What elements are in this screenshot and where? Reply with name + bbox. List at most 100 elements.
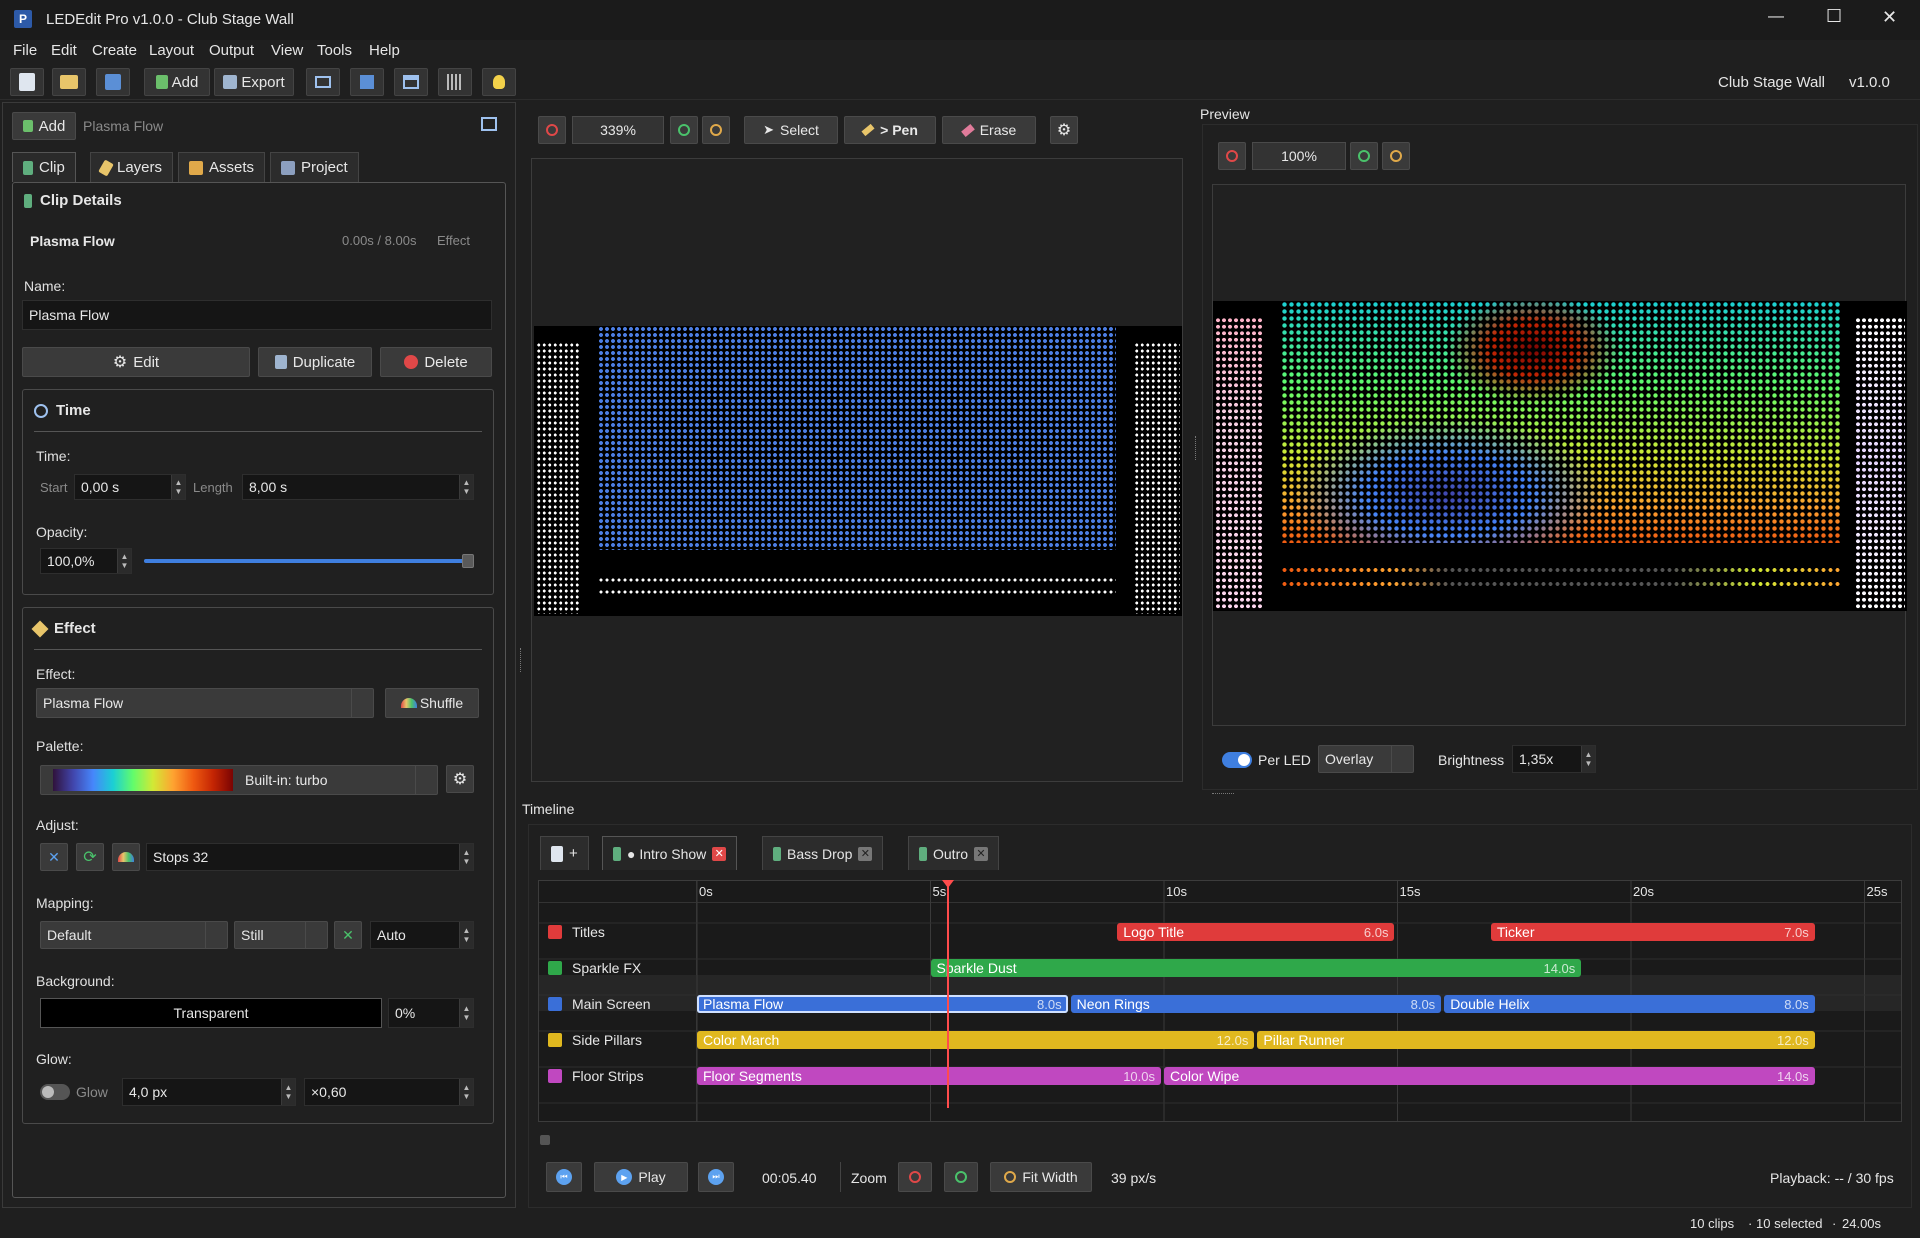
palette-select[interactable]: Built-in: turbo [40,765,438,795]
overlay-select[interactable]: Overlay [1318,745,1414,773]
start-field[interactable]: 0,00 s ▲ ▼ [74,474,186,500]
timeline-clip[interactable]: Floor Segments 10.0s [697,1067,1161,1085]
glow-px-field[interactable]: 4,0 px ▲ ▼ [122,1078,296,1106]
preview-zoom-out-button[interactable] [1218,142,1246,170]
sequence-tab-outro[interactable]: Outro ✕ [908,836,1000,870]
editor-settings-button[interactable]: ⚙ [1050,116,1078,144]
split-view-button[interactable] [394,68,428,96]
mapping-select[interactable]: Default [40,921,228,949]
tab-clip[interactable]: Clip [12,152,76,182]
motion-select[interactable]: Still [234,921,328,949]
preview-splitter-handle[interactable] [1195,436,1198,460]
close-tab-icon[interactable]: ✕ [712,846,727,861]
left-splitter-handle[interactable] [520,648,523,672]
add-sequence-tab[interactable]: + [540,836,589,870]
fit-width-button[interactable]: Fit Width [990,1162,1092,1192]
add-dropdown-button[interactable]: Add [144,68,210,96]
track-header[interactable]: Side Pillars [548,1022,642,1058]
preview-zoom-in-button[interactable] [1350,142,1378,170]
menu-help[interactable]: Help [369,42,400,59]
menu-file[interactable]: File [13,42,37,59]
timeline-clip[interactable]: Sparkle Dust 14.0s [930,959,1582,977]
single-view-button[interactable] [350,68,384,96]
track-header[interactable]: Floor Strips [548,1058,644,1094]
effect-select[interactable]: Plasma Flow [36,688,374,718]
sequence-tab-bass-drop[interactable]: Bass Drop ✕ [762,836,884,870]
pen-tool-button[interactable]: > Pen [844,116,936,144]
editor-canvas[interactable] [531,158,1183,782]
shuffle-button[interactable]: Shuffle [385,688,479,718]
adjust-rainbow-button[interactable] [112,843,140,871]
auto-field[interactable]: Auto ▲ ▼ [370,921,474,949]
timeline-scrollbar[interactable] [538,1134,1902,1146]
glow-mult-field[interactable]: ×0,60 ▲ ▼ [304,1078,474,1106]
timeline-clip[interactable]: Pillar Runner 12.0s [1257,1031,1815,1049]
sequence-tab-intro-show[interactable]: ● Intro Show ✕ [602,836,738,870]
export-dropdown-button[interactable]: Export [214,68,294,96]
skip-back-button[interactable]: ⏮ [546,1162,582,1192]
preview-zoom-fit-button[interactable] [1382,142,1410,170]
menu-output[interactable]: Output [209,42,254,59]
timeline-zoom-in-button[interactable] [944,1162,978,1192]
tab-project[interactable]: Project [270,152,359,182]
stops-spinner[interactable]: ▲ ▼ [459,844,473,870]
length-spinner[interactable]: ▲ ▼ [459,475,473,499]
tab-assets[interactable]: Assets [178,152,266,182]
open-file-button[interactable] [52,68,86,96]
brightness-field[interactable]: 1,35x ▲ ▼ [1512,745,1596,773]
scrollbar-thumb[interactable] [540,1135,550,1145]
timeline-clip[interactable]: Ticker 7.0s [1490,923,1815,941]
play-button[interactable]: ▶ Play [594,1162,688,1192]
timeline-splitter-handle[interactable] [1212,793,1234,796]
zoom-out-button[interactable] [538,116,566,144]
glow-px-spinner[interactable]: ▲ ▼ [281,1079,295,1105]
stops-field[interactable]: Stops 32 ▲ ▼ [146,843,474,871]
adjust-cycle-button[interactable]: ⟳ [76,843,104,871]
auto-spinner[interactable]: ▲ ▼ [459,922,473,948]
edit-button[interactable]: ⚙ Edit [22,347,250,377]
close-tab-icon[interactable]: ✕ [858,846,873,861]
playhead-handle[interactable] [942,880,955,888]
timeline-zoom-out-button[interactable] [898,1162,932,1192]
timeline-clip[interactable]: Neon Rings 8.0s [1070,995,1442,1013]
brightness-spinner[interactable]: ▲ ▼ [1581,746,1595,772]
skip-forward-button[interactable]: ⏭ [698,1162,734,1192]
maximize-button[interactable]: ☐ [1826,6,1842,27]
opacity-field[interactable]: 100,0% ▲ ▼ [40,548,132,574]
background-pct-field[interactable]: 0% ▲ ▼ [388,998,474,1028]
menu-edit[interactable]: Edit [51,42,77,59]
editor-zoom-field[interactable]: 339% [572,116,664,144]
duplicate-button[interactable]: Duplicate [258,347,372,377]
length-field[interactable]: 8,00 s ▲ ▼ [242,474,474,500]
opacity-slider[interactable] [144,554,474,568]
menu-create[interactable]: Create [92,42,137,59]
background-color-button[interactable]: Transparent [40,998,382,1028]
panel-layout-icon[interactable] [481,117,497,131]
palette-settings-button[interactable]: ⚙ [446,765,474,793]
close-tab-icon[interactable]: ✕ [974,846,989,861]
track-header[interactable]: Sparkle FX [548,950,641,986]
erase-tool-button[interactable]: Erase [942,116,1036,144]
tab-layers[interactable]: Layers [90,152,174,182]
name-field[interactable]: Plasma Flow [22,300,492,330]
glow-mult-spinner[interactable]: ▲ ▼ [459,1079,473,1105]
timeline-clip[interactable]: Logo Title 6.0s [1117,923,1395,941]
minimize-button[interactable]: — [1768,8,1784,26]
bars-view-button[interactable] [438,68,472,96]
tips-button[interactable] [482,68,516,96]
zoom-in-button[interactable] [670,116,698,144]
panel-add-button[interactable]: Add [12,112,76,140]
per-led-toggle[interactable] [1222,752,1252,768]
adjust-shuffle-button[interactable]: ✕ [40,843,68,871]
glow-toggle[interactable] [40,1084,70,1100]
delete-button[interactable]: Delete [380,347,492,377]
playhead[interactable] [942,880,955,1108]
layout-view-button[interactable] [306,68,340,96]
timeline-clip[interactable]: Plasma Flow 8.0s [697,995,1068,1013]
menu-tools[interactable]: Tools [317,42,352,59]
mapping-shuffle-button[interactable]: ✕ [334,921,362,949]
opacity-spinner[interactable]: ▲ ▼ [117,549,131,573]
select-tool-button[interactable]: ➤ Select [744,116,838,144]
timeline-clip[interactable]: Double Helix 8.0s [1444,995,1815,1013]
track-header[interactable]: Main Screen [548,986,651,1022]
